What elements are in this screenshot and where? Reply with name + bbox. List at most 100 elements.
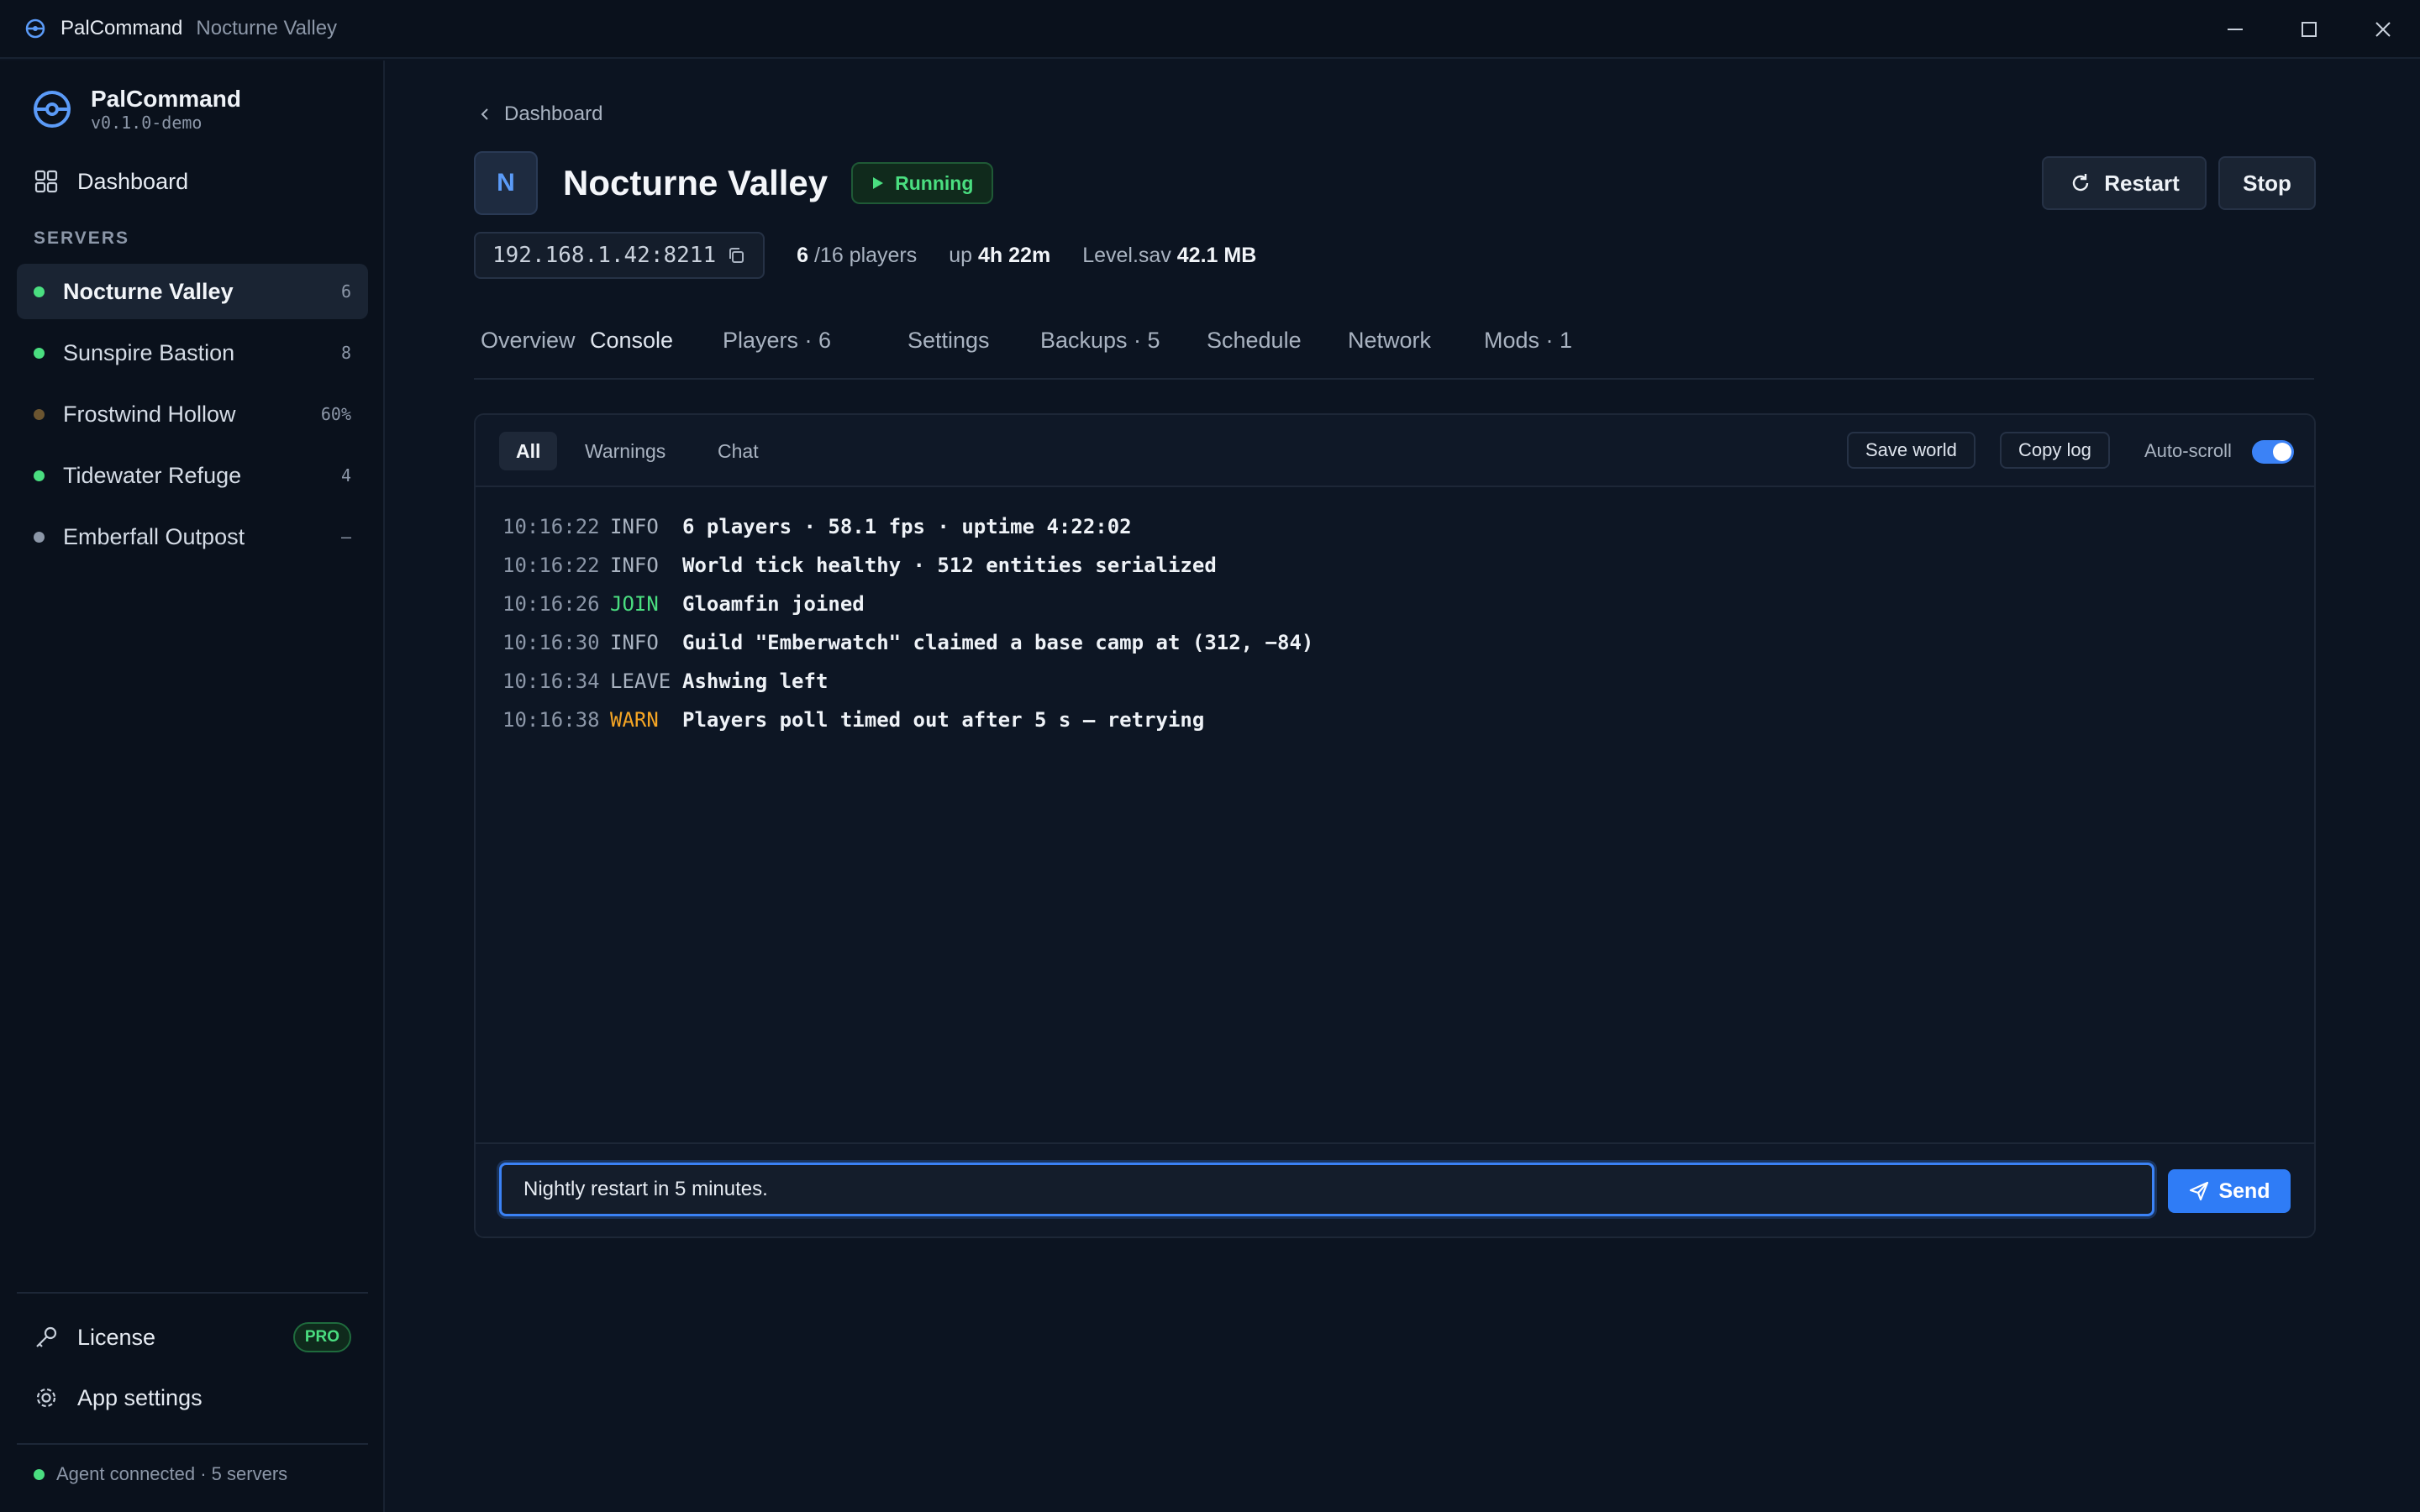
save-size: 42.1 MB [1176, 243, 1257, 267]
sidebar-item-label: License [77, 1324, 156, 1350]
server-header: N Nocturne Valley Running [474, 151, 994, 215]
brand: PalCommand v0.1.0-demo [32, 86, 241, 133]
breadcrumb-label: Dashboard [504, 102, 603, 125]
toggle-knob [2273, 443, 2291, 461]
tab-schedule[interactable]: Schedule [1207, 328, 1302, 354]
minimize-button[interactable] [2198, 0, 2272, 59]
app-logo-icon [25, 18, 45, 39]
sidebar-item-app-settings[interactable]: App settings [17, 1373, 368, 1423]
console-toolbar: All Warnings Chat Save world Copy log Au… [476, 415, 2314, 487]
server-player-count: 8 [340, 343, 351, 363]
command-input[interactable] [499, 1163, 2154, 1216]
autoscroll-toggle[interactable] [2252, 440, 2294, 464]
tab-network[interactable]: Network [1348, 328, 1431, 354]
send-label: Send [2218, 1179, 2270, 1203]
status-dot [34, 408, 45, 420]
sidebar-item-dashboard[interactable]: Dashboard [17, 155, 368, 208]
console-panel: All Warnings Chat Save world Copy log Au… [474, 413, 2316, 1238]
tab-settings[interactable]: Settings [908, 328, 990, 354]
status-dot [34, 347, 45, 359]
server-address-text: 192.168.1.42:8211 [492, 243, 717, 268]
maximize-button[interactable] [2272, 0, 2346, 59]
filter-chat[interactable]: Chat [701, 432, 776, 470]
console-log: 10:16:22 INFO 6 players · 58.1 fps · upt… [502, 507, 1313, 739]
sidebar-item-server[interactable]: Emberfall Outpost – [17, 509, 368, 564]
copy-icon[interactable] [726, 245, 746, 265]
log-time: 10:16:38 [502, 708, 600, 732]
filter-all[interactable]: All [499, 432, 558, 470]
log-message: Guild "Emberwatch" claimed a base camp a… [682, 631, 1314, 654]
sidebar-item-server[interactable]: Tidewater Refuge 4 [17, 448, 368, 503]
send-button[interactable]: Send [2168, 1169, 2291, 1213]
restart-button[interactable]: Restart [2042, 156, 2207, 210]
stop-button[interactable]: Stop [2218, 156, 2316, 210]
tab-console[interactable]: Console [590, 328, 673, 354]
command-input-row: Send [476, 1142, 2314, 1236]
log-level: LEAVE [610, 669, 671, 693]
log-time: 10:16:26 [502, 592, 600, 616]
avatar: N [474, 151, 538, 215]
brand-logo-icon [34, 91, 71, 128]
save-meta: Level.sav 42.1 MB [1082, 244, 1256, 268]
log-line: 10:16:30 INFO Guild "Emberwatch" claimed… [502, 623, 1313, 662]
log-line: 10:16:22 INFO 6 players · 58.1 fps · upt… [502, 507, 1313, 546]
tab-overview[interactable]: Overview [481, 328, 576, 354]
log-level: WARN [610, 708, 659, 732]
copy-log-button[interactable]: Copy log [2000, 432, 2110, 469]
autoscroll-label: Auto-scroll [2144, 440, 2232, 461]
log-level: INFO [610, 554, 659, 577]
uptime-meta: up 4h 22m [949, 244, 1050, 268]
sidebar-item-server[interactable]: Sunspire Bastion 8 [17, 325, 368, 381]
breadcrumb[interactable]: Dashboard [477, 102, 602, 126]
server-name: Tidewater Refuge [63, 462, 242, 488]
save-world-button[interactable]: Save world [1847, 432, 1975, 469]
key-icon [36, 1326, 57, 1347]
close-icon [2375, 22, 2391, 37]
status-badge-label: Running [895, 171, 974, 194]
servers-section-label: SERVERS [34, 228, 129, 248]
sidebar: PalCommand v0.1.0-demo Dashboard SERVERS… [0, 60, 385, 1512]
log-line: 10:16:34 LEAVE Ashwing left [502, 662, 1313, 701]
sidebar-item-server[interactable]: Frostwind Hollow 60% [17, 386, 368, 442]
main-content: Dashboard N Nocturne Valley Running Rest… [387, 60, 2420, 1512]
sidebar-divider [17, 1443, 368, 1445]
status-dot [34, 531, 45, 543]
log-time: 10:16:22 [502, 554, 600, 577]
close-window-button[interactable] [2346, 0, 2420, 59]
log-message: 6 players · 58.1 fps · uptime 4:22:02 [682, 515, 1132, 538]
chevron-left-icon [481, 108, 488, 120]
filter-warnings[interactable]: Warnings [568, 432, 682, 470]
gear-icon [36, 1388, 56, 1408]
status-dot [34, 286, 45, 297]
log-message: Gloamfin joined [682, 592, 865, 616]
log-time: 10:16:34 [502, 669, 600, 693]
server-name: Sunspire Bastion [63, 339, 235, 365]
send-icon [2190, 1181, 2209, 1201]
sidebar-item-server[interactable]: Nocturne Valley 6 [17, 264, 368, 319]
server-address[interactable]: 192.168.1.42:8211 [474, 232, 765, 279]
brand-name: PalCommand [91, 86, 241, 112]
log-time: 10:16:22 [502, 515, 600, 538]
players-meta: 6 /16 players [797, 244, 917, 268]
players-max: /16 players [813, 243, 918, 267]
agent-status-text: Agent connected · 5 servers [56, 1463, 288, 1484]
tab-backups[interactable]: Backups · 5 [1040, 328, 1160, 354]
server-name: Frostwind Hollow [63, 401, 236, 427]
log-level: INFO [610, 631, 659, 654]
log-message: Players poll timed out after 5 s — retry… [682, 708, 1205, 732]
sidebar-item-label: Dashboard [77, 168, 189, 194]
log-line: 10:16:22 INFO World tick healthy · 512 e… [502, 546, 1313, 585]
sidebar-item-license[interactable]: License PRO [17, 1312, 368, 1362]
pro-badge: PRO [292, 1322, 351, 1352]
log-time: 10:16:30 [502, 631, 600, 654]
status-badge: Running [851, 162, 994, 204]
titlebar-window-name: Nocturne Valley [196, 17, 338, 39]
minimize-icon [2228, 29, 2243, 30]
tab-mods[interactable]: Mods · 1 [1484, 328, 1572, 354]
restart-icon [2073, 174, 2089, 192]
sidebar-divider [17, 1292, 368, 1294]
status-dot [34, 470, 45, 481]
stop-label: Stop [2243, 170, 2291, 196]
server-name: Nocturne Valley [63, 278, 234, 304]
tab-players[interactable]: Players · 6 [723, 328, 831, 354]
